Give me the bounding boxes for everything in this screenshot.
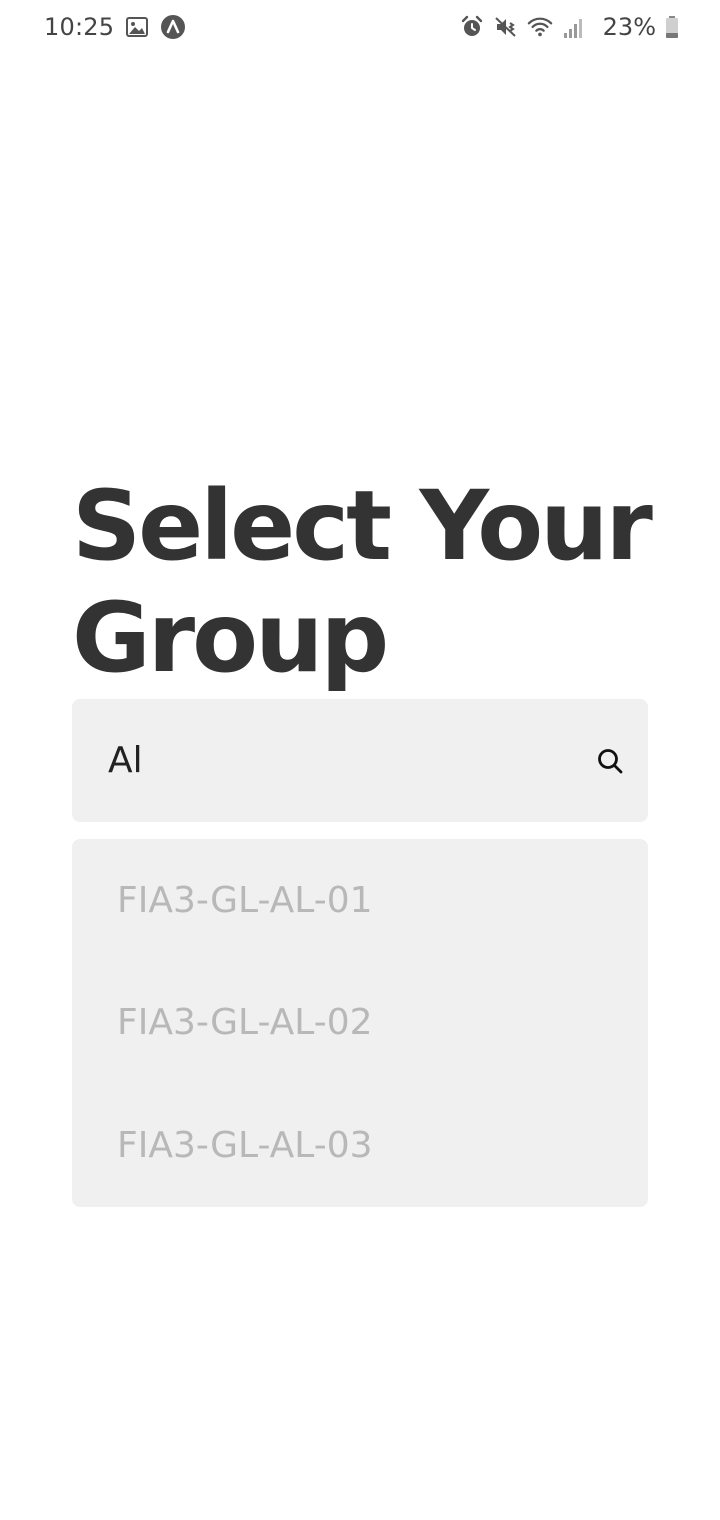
search-box[interactable]	[72, 699, 648, 822]
alarm-icon	[459, 14, 485, 40]
status-time: 10:25	[44, 13, 115, 41]
status-bar-left: 10:25	[44, 12, 186, 42]
vibrate-mute-icon	[493, 14, 519, 40]
battery-icon	[664, 14, 680, 40]
battery-percent: 23%	[602, 13, 656, 41]
gallery-icon	[124, 14, 150, 40]
app-notification-icon	[160, 14, 186, 40]
signal-icon	[561, 14, 587, 40]
status-bar-right: 23%	[459, 12, 680, 42]
suggestion-item[interactable]: FIA3-GL-AL-01	[72, 839, 648, 962]
status-bar: 10:25 23%	[0, 0, 720, 56]
suggestion-list: FIA3-GL-AL-01 FIA3-GL-AL-02 FIA3-GL-AL-0…	[72, 839, 648, 1207]
suggestion-item[interactable]: FIA3-GL-AL-03	[72, 1084, 648, 1207]
suggestion-item[interactable]: FIA3-GL-AL-02	[72, 962, 648, 1085]
search-icon[interactable]	[596, 747, 624, 775]
page-title: Select Your Group	[72, 470, 653, 694]
wifi-icon	[527, 14, 553, 40]
search-input[interactable]	[108, 699, 568, 822]
